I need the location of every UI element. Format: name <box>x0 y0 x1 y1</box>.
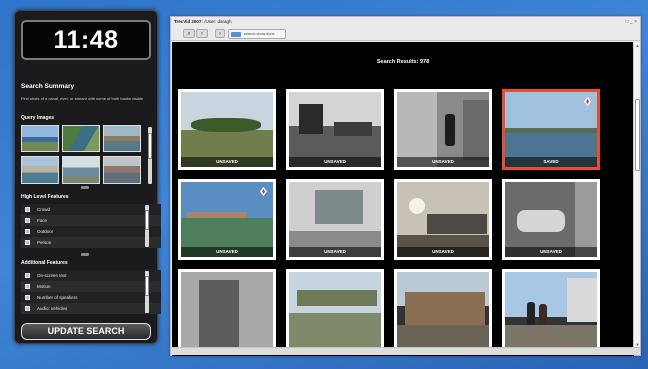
additional-features-list: On-screen text Motion Number of speakers… <box>21 270 161 314</box>
result-card[interactable]: UNSAVED <box>286 179 384 260</box>
checkbox-icon[interactable] <box>25 218 30 223</box>
feature-item-audio-vehicles[interactable]: Audio: vehicles <box>21 303 161 314</box>
save-status-label: UNSAVED <box>397 157 489 167</box>
result-card[interactable] <box>394 269 492 350</box>
save-status-label: UNSAVED <box>289 247 381 257</box>
window-user: /User: daragh <box>204 19 232 24</box>
feature-label: Person <box>37 240 52 245</box>
result-thumbnail[interactable] <box>181 272 273 347</box>
search-summary-heading: Search Summary <box>21 83 75 90</box>
query-images-scrollbar[interactable] <box>148 127 152 184</box>
result-thumbnail[interactable] <box>289 272 381 347</box>
results-scroll-thumb[interactable] <box>635 99 640 171</box>
result-thumbnail[interactable] <box>397 272 489 347</box>
update-search-button[interactable]: UPDATE SEARCH <box>21 323 151 340</box>
window-toolbar: ⌕ ‹ › search.show.done <box>171 27 640 41</box>
result-card[interactable]: UNSAVED <box>394 179 492 260</box>
checkbox-icon[interactable] <box>25 229 30 234</box>
query-images-scroll-thumb[interactable] <box>148 133 152 159</box>
forward-icon[interactable]: › <box>215 29 225 38</box>
feature-label: Number of speakers <box>37 295 78 300</box>
result-card[interactable]: UNSAVED <box>286 89 384 170</box>
feature-label: Outdoor <box>37 229 54 234</box>
save-status-label: UNSAVED <box>181 247 273 257</box>
query-image-2[interactable] <box>62 125 100 152</box>
feature-label: Motion <box>37 284 51 289</box>
save-status-label: UNSAVED <box>397 247 489 257</box>
result-thumbnail[interactable] <box>181 182 273 257</box>
feature-item-face[interactable]: Face <box>21 215 161 226</box>
feature-item-on-screen-text[interactable]: On-screen text <box>21 270 161 281</box>
panel-resize-handle[interactable] <box>81 253 89 256</box>
query-image-4[interactable] <box>21 156 59 184</box>
window-title: TrecVid 2007: <box>174 19 203 24</box>
save-status-label: UNSAVED <box>289 157 381 167</box>
additional-features-scroll-thumb[interactable] <box>145 276 149 296</box>
scroll-up-icon[interactable]: ▲ <box>634 43 641 48</box>
search-panel: 11:48 Search Summary Find shots of a can… <box>14 10 161 344</box>
checkbox-icon[interactable] <box>25 284 30 289</box>
checkbox-icon[interactable] <box>25 207 30 212</box>
results-scrollbar[interactable]: ▲ ▼ <box>633 42 640 348</box>
tab-label: search.show.done <box>244 32 275 36</box>
high-level-features-heading: High Level Features <box>21 194 69 200</box>
result-thumbnail[interactable] <box>397 92 489 167</box>
result-card-saved[interactable]: SAVED <box>502 89 600 170</box>
additional-features-heading: Additional Features <box>21 260 68 266</box>
search-summary-text: Find shots of a canal, river, or stream … <box>21 96 144 101</box>
checkbox-icon[interactable] <box>25 306 30 311</box>
feature-item-person[interactable]: Person <box>21 237 161 248</box>
feature-item-crowd[interactable]: Crowd <box>21 204 161 215</box>
additional-features-scrollbar[interactable] <box>145 271 149 313</box>
save-status-label: UNSAVED <box>505 247 597 257</box>
tab-icon <box>231 32 241 37</box>
result-card[interactable] <box>178 269 276 350</box>
result-thumbnail[interactable] <box>505 182 597 257</box>
high-level-features-list: Crowd Face Outdoor Person <box>21 204 161 248</box>
result-card[interactable] <box>286 269 384 350</box>
result-thumbnail[interactable] <box>289 182 381 257</box>
result-card[interactable]: UNSAVED <box>178 179 276 260</box>
result-thumbnail[interactable] <box>505 92 597 167</box>
feature-item-outdoor[interactable]: Outdoor <box>21 226 161 237</box>
back-icon[interactable]: ‹ <box>196 29 208 38</box>
feature-label: On-screen text <box>37 273 67 278</box>
results-count-title: Search Results: 978 <box>376 59 430 65</box>
save-status-label: SAVED <box>505 157 597 167</box>
feature-label: Face <box>37 218 48 223</box>
query-image-1[interactable] <box>21 125 59 152</box>
result-thumbnail[interactable] <box>289 92 381 167</box>
window-titlebar: TrecVid 2007: /User: daragh □ _ × <box>171 17 640 27</box>
panel-resize-handle[interactable] <box>81 186 89 189</box>
result-card[interactable]: UNSAVED <box>394 89 492 170</box>
result-thumbnail[interactable] <box>505 272 597 347</box>
query-image-6[interactable] <box>103 156 141 184</box>
query-images-grid <box>21 125 155 187</box>
feature-item-motion[interactable]: Motion <box>21 281 161 292</box>
tab-search[interactable]: search.show.done <box>228 29 286 39</box>
status-bar <box>171 347 640 355</box>
feature-item-number-of-speakers[interactable]: Number of speakers <box>21 292 161 303</box>
query-images-heading: Query Images <box>21 115 55 121</box>
results-area: Search Results: 978 UNSAVED UNSAVED UNSA… <box>172 42 634 356</box>
checkbox-icon[interactable] <box>25 273 30 278</box>
high-level-features-scroll-thumb[interactable] <box>145 210 149 230</box>
window-controls[interactable]: □ _ × <box>626 17 638 27</box>
feature-label: Audio: vehicles <box>37 306 68 311</box>
feature-label: Crowd <box>37 207 51 212</box>
result-card[interactable] <box>502 269 600 350</box>
save-status-label: UNSAVED <box>181 157 273 167</box>
clock-display: 11:48 <box>21 20 151 60</box>
checkbox-icon[interactable] <box>25 240 30 245</box>
checkbox-icon[interactable] <box>25 295 30 300</box>
results-window: TrecVid 2007: /User: daragh □ _ × ⌕ ‹ › … <box>170 16 641 356</box>
query-image-5[interactable] <box>62 156 100 184</box>
result-card[interactable]: UNSAVED <box>178 89 276 170</box>
result-thumbnail[interactable] <box>181 92 273 167</box>
query-image-3[interactable] <box>103 125 141 152</box>
magnifier-icon[interactable]: ⌕ <box>183 29 195 38</box>
high-level-features-scrollbar[interactable] <box>145 205 149 247</box>
result-thumbnail[interactable] <box>397 182 489 257</box>
result-card[interactable]: UNSAVED <box>502 179 600 260</box>
